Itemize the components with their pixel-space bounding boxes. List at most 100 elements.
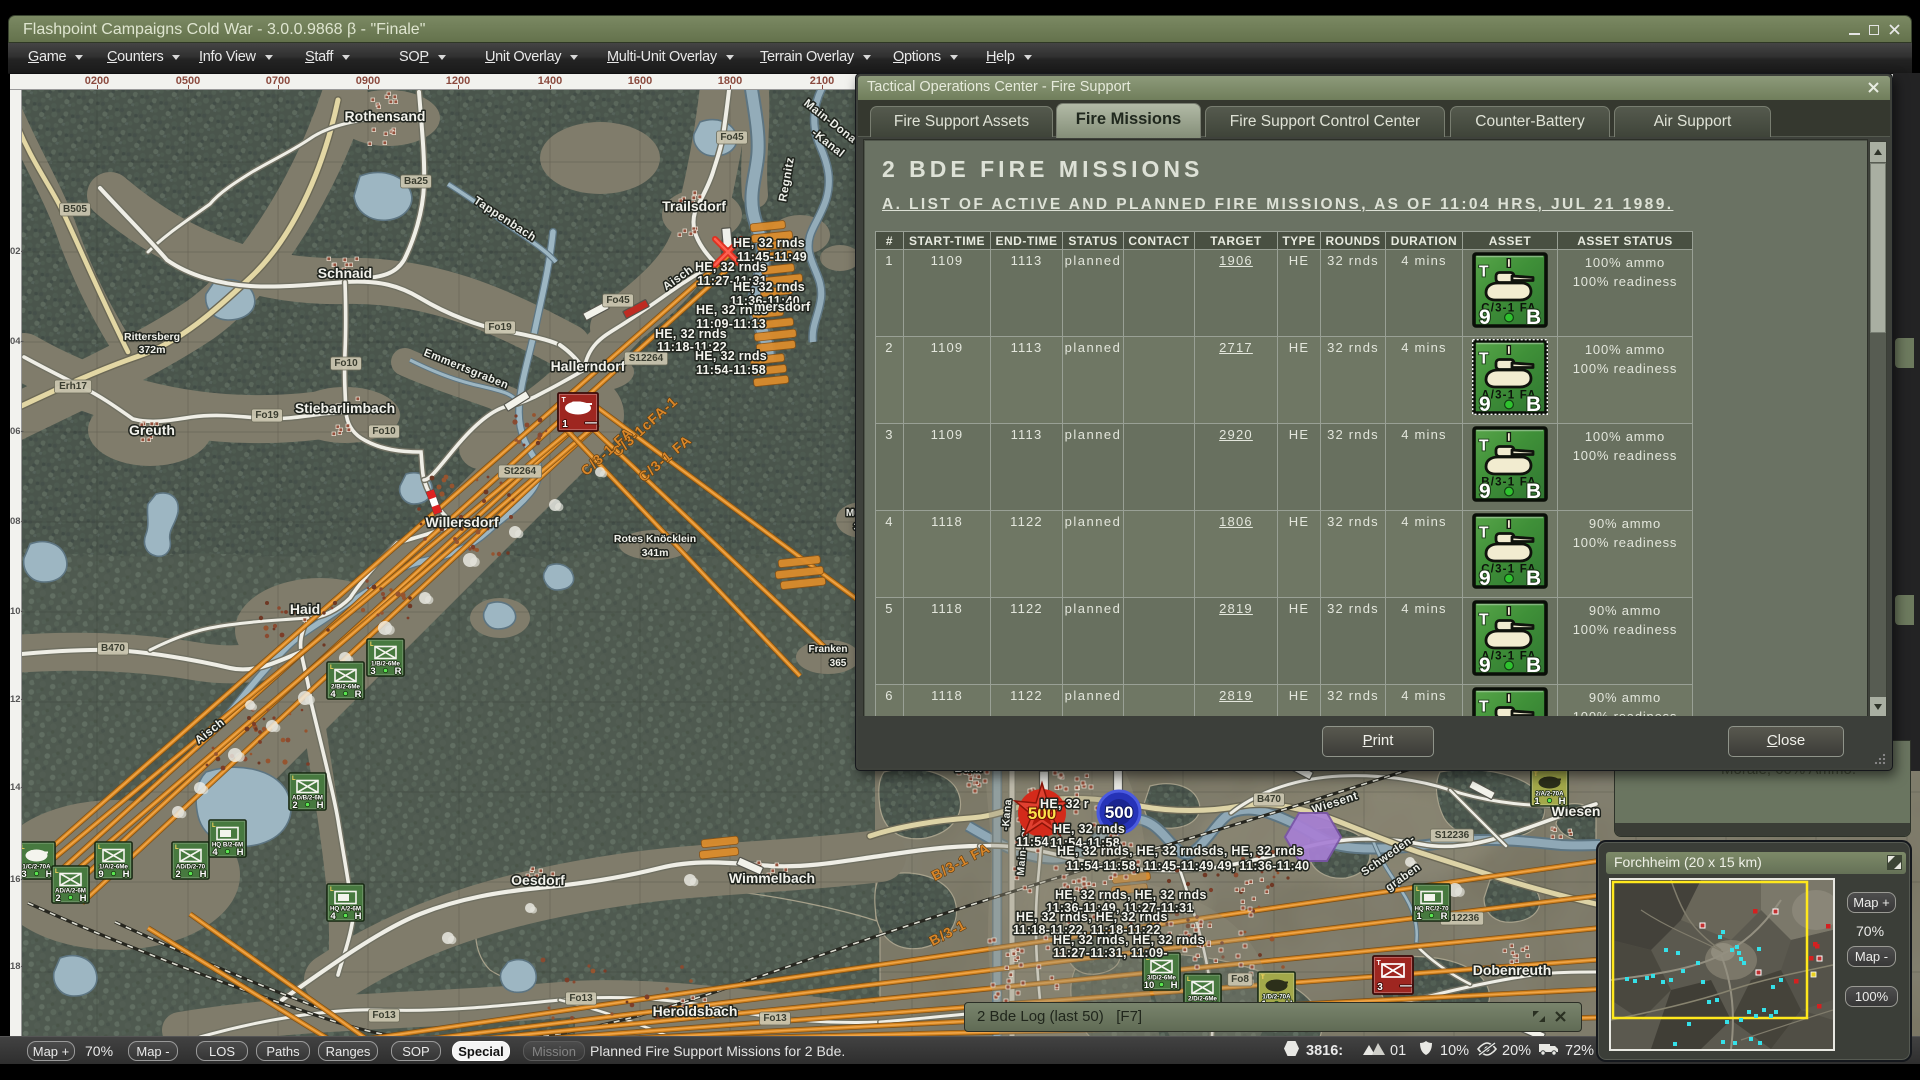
svg-text:Fo10: Fo10: [334, 358, 358, 369]
svg-text:9: 9: [98, 869, 103, 880]
svg-text:B: B: [1526, 567, 1542, 589]
svg-text:Ba25: Ba25: [404, 176, 428, 187]
svg-text:2: 2: [292, 800, 297, 811]
svg-text:500: 500: [1105, 803, 1133, 822]
svg-text:9: 9: [1479, 306, 1492, 328]
svg-text:L: L: [55, 869, 59, 875]
svg-text:T: T: [562, 397, 567, 404]
svg-text:Fo13: Fo13: [763, 1013, 787, 1024]
svg-text:HE, 32 rnds: HE, 32 rnds: [695, 260, 767, 274]
svg-text:HE, 32 rnds, HE, 32 rndsds, HE: HE, 32 rnds, HE, 32 rndsds, HE, 32 rnds: [1057, 844, 1304, 858]
svg-text:11:54: 11:54: [1016, 835, 1049, 849]
svg-text:Fo8: Fo8: [1231, 974, 1249, 985]
svg-text:Haid: Haid: [290, 601, 320, 617]
svg-text:HE, 32 rnds, HE, 32 rnds: HE, 32 rnds, HE, 32 rnds: [1016, 910, 1168, 924]
svg-text:10: 10: [1144, 980, 1155, 991]
svg-text:365: 365: [830, 658, 847, 669]
svg-text:mersdorf: mersdorf: [754, 299, 811, 314]
svg-text:H: H: [123, 869, 130, 880]
svg-text:H: H: [200, 869, 207, 880]
svg-text:T: T: [1479, 438, 1490, 455]
svg-text:1: 1: [562, 419, 568, 430]
svg-text:3: 3: [1377, 982, 1383, 993]
svg-text:Fo19: Fo19: [255, 410, 279, 421]
svg-text:Wimmelbach: Wimmelbach: [729, 870, 815, 886]
svg-text:T: T: [1479, 264, 1490, 281]
svg-text:B470: B470: [1257, 794, 1281, 805]
svg-text:Schnaid: Schnaid: [318, 265, 372, 281]
svg-text:Willersdorf: Willersdorf: [426, 514, 499, 530]
svg-text:L: L: [330, 665, 334, 671]
svg-text:4: 4: [330, 911, 336, 922]
svg-text:T: T: [1479, 525, 1490, 542]
svg-text:2: 2: [55, 893, 60, 904]
svg-text:T: T: [1261, 975, 1265, 981]
svg-text:L: L: [370, 642, 374, 648]
svg-text:L: L: [212, 823, 216, 829]
svg-text:2: 2: [175, 869, 180, 880]
svg-text:—: —: [1400, 978, 1412, 992]
svg-text:R: R: [1441, 911, 1448, 922]
svg-text:372m: 372m: [139, 344, 166, 356]
svg-text:Fo10: Fo10: [372, 426, 396, 437]
svg-text:9: 9: [1479, 480, 1492, 502]
svg-text:HE, 32 rnds: HE, 32 rnds: [655, 327, 727, 341]
svg-text:L: L: [330, 887, 334, 893]
svg-text:Rittersberg: Rittersberg: [124, 331, 180, 343]
svg-text:341m: 341m: [642, 547, 669, 559]
svg-text:9: 9: [1479, 567, 1492, 589]
svg-text:9: 9: [1479, 393, 1492, 415]
svg-text:R: R: [355, 689, 362, 700]
svg-text:Stiebarlimbach: Stiebarlimbach: [295, 400, 395, 416]
svg-text:Erh17: Erh17: [59, 381, 87, 392]
svg-text:Fo13: Fo13: [372, 1010, 396, 1021]
svg-text:B: B: [1526, 306, 1542, 328]
svg-text:L: L: [292, 776, 296, 782]
svg-text:B: B: [1526, 393, 1542, 415]
svg-text:Rotes Knöcklein: Rotes Knöcklein: [614, 533, 696, 545]
svg-text:HE, 32 rnds: HE, 32 rnds: [1053, 822, 1125, 836]
svg-text:Fo13: Fo13: [569, 993, 593, 1004]
svg-text:11:54-11:58, 11:45-11:49 49, 1: 11:54-11:58, 11:45-11:49 49, 11:36-11:40: [1066, 859, 1309, 873]
svg-text:T: T: [1479, 699, 1490, 716]
svg-text:R: R: [395, 666, 402, 677]
svg-text:L: L: [1416, 887, 1420, 893]
svg-text:T: T: [1534, 772, 1538, 778]
svg-text:H: H: [80, 893, 87, 904]
svg-text:HE, 32 rnds: HE, 32 rnds: [733, 280, 805, 294]
svg-text:Trailsdorf: Trailsdorf: [662, 198, 726, 214]
svg-text:Greuth: Greuth: [129, 422, 175, 438]
svg-text:1: 1: [1534, 796, 1540, 807]
svg-text:11:54-11:58: 11:54-11:58: [696, 363, 766, 377]
svg-text:B505: B505: [63, 204, 87, 215]
svg-text:S12236: S12236: [1435, 830, 1470, 841]
svg-text:—: —: [585, 415, 597, 429]
svg-text:Fo45: Fo45: [606, 295, 630, 306]
svg-text:T: T: [1377, 960, 1382, 967]
svg-text:4: 4: [330, 689, 336, 700]
svg-text:S12264: S12264: [629, 353, 664, 364]
svg-text:9: 9: [1479, 654, 1492, 676]
svg-text:B470: B470: [101, 643, 125, 654]
svg-text:HE, 32 rnds: HE, 32 rnds: [695, 349, 767, 363]
svg-text:HE, 32 r: HE, 32 r: [1040, 797, 1089, 811]
svg-text:L: L: [98, 845, 102, 851]
svg-text:HE, 32 rnds: HE, 32 rnds: [733, 236, 805, 250]
svg-text:Fo19: Fo19: [488, 322, 512, 333]
svg-text:T: T: [1479, 612, 1490, 629]
svg-text:St2264: St2264: [504, 466, 537, 477]
svg-text:B: B: [1526, 654, 1542, 676]
svg-text:B: B: [1526, 480, 1542, 502]
svg-text:HE, 32 rnds, HE, 32 rnds: HE, 32 rnds, HE, 32 rnds: [1055, 888, 1207, 902]
svg-text:1: 1: [1416, 911, 1422, 922]
svg-text:Franken: Franken: [809, 644, 848, 655]
svg-text:H: H: [317, 800, 324, 811]
svg-text:Heroldsbach: Heroldsbach: [653, 1003, 738, 1019]
svg-text:Dobenreuth: Dobenreuth: [1473, 962, 1552, 978]
svg-text:Hallerndorf: Hallerndorf: [551, 358, 626, 374]
svg-text:Fo45: Fo45: [720, 132, 744, 143]
svg-text:H: H: [355, 911, 362, 922]
svg-text:T: T: [1479, 351, 1490, 368]
svg-text:H: H: [1559, 796, 1566, 807]
svg-text:Oesdorf: Oesdorf: [511, 872, 565, 888]
